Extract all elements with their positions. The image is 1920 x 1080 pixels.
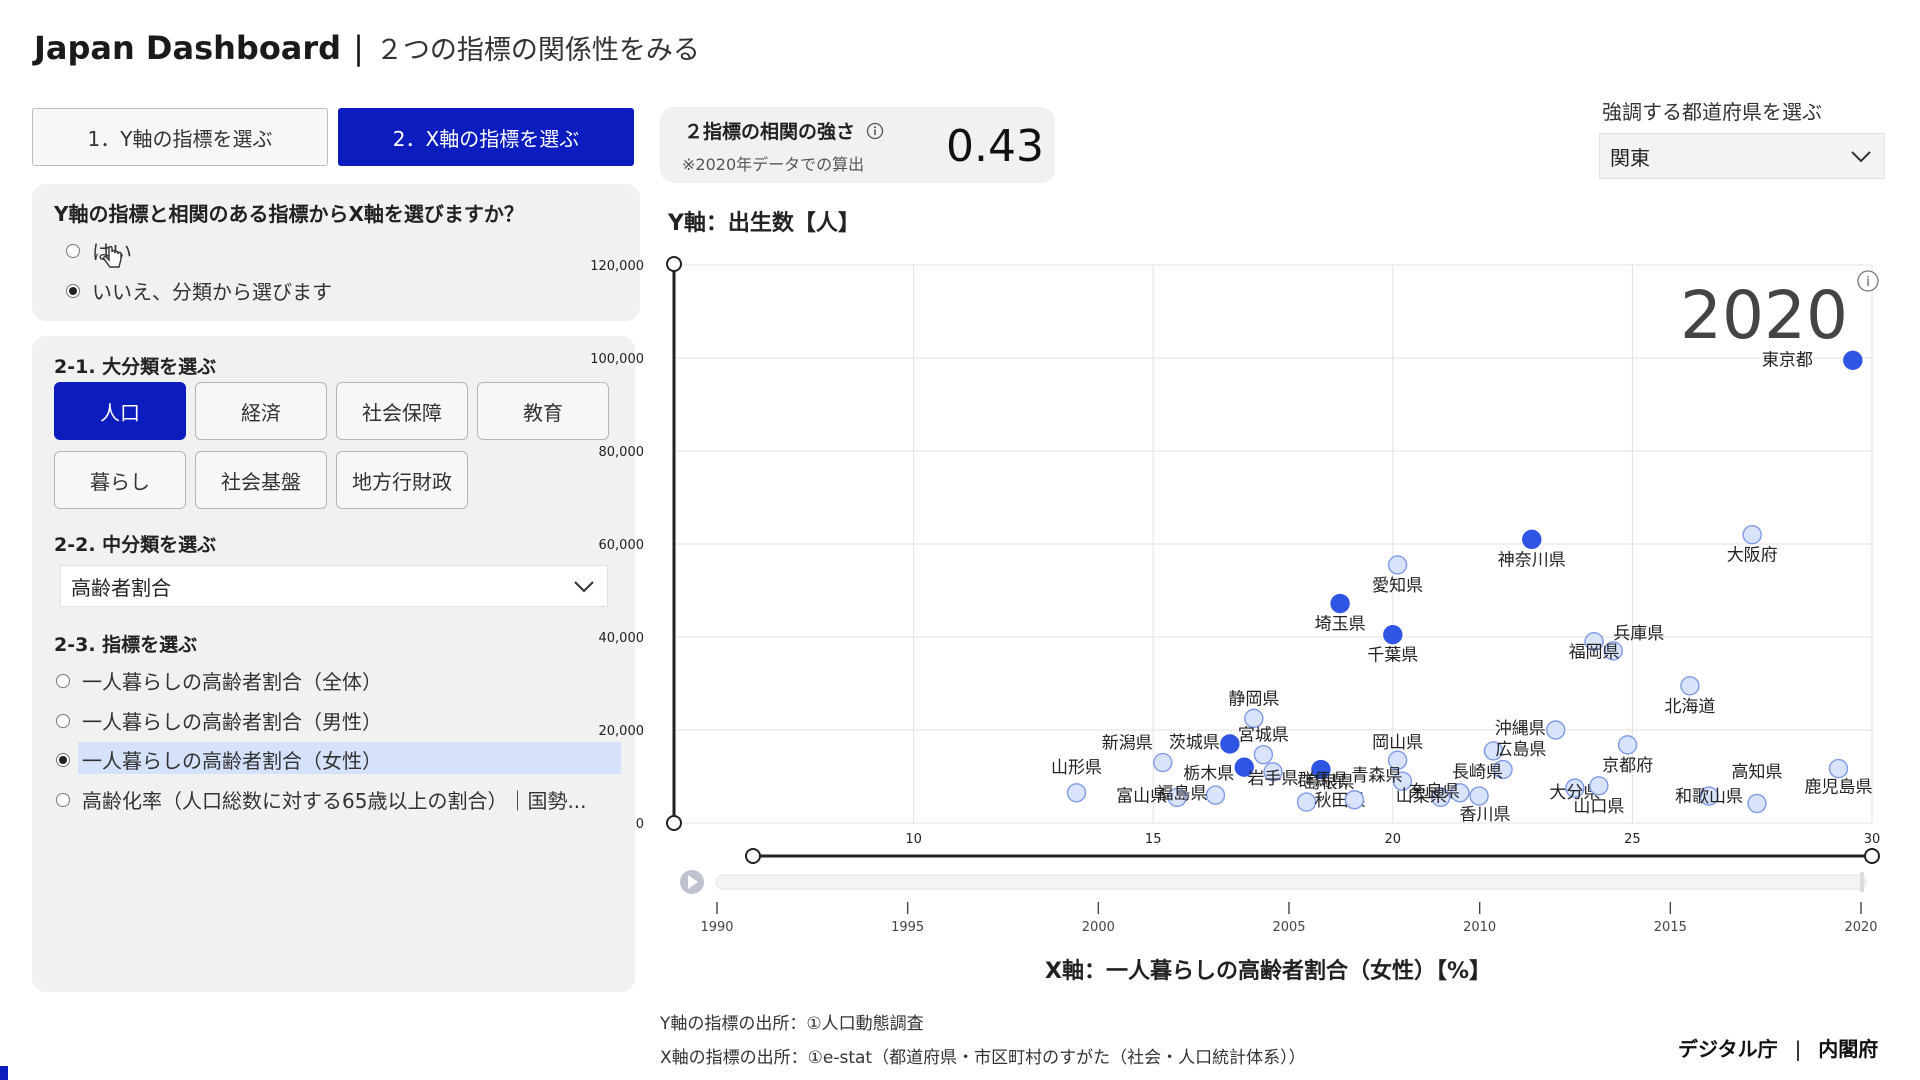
point-label: 栃木県 xyxy=(1183,764,1234,784)
point-label: 京都府 xyxy=(1602,756,1653,776)
data-point[interactable] xyxy=(1546,720,1566,740)
point-label: 山形県 xyxy=(1051,758,1102,778)
data-point[interactable] xyxy=(1742,525,1762,545)
y-tick-label: 40,000 xyxy=(599,631,645,646)
timeline-track[interactable] xyxy=(715,874,1867,890)
data-point[interactable] xyxy=(1387,555,1408,575)
point-label: 岡山県 xyxy=(1372,733,1423,753)
data-point[interactable] xyxy=(1747,793,1767,814)
point-label: 静岡県 xyxy=(1228,689,1279,709)
point-label: 宮城県 xyxy=(1238,726,1289,746)
timeline-tick-label: 2005 xyxy=(1272,920,1305,935)
point-label: 埼玉県 xyxy=(1315,615,1366,635)
year-display: 2020 xyxy=(1680,277,1848,354)
x-tick-label: 10 xyxy=(905,832,922,847)
point-label: 和歌山県 xyxy=(1675,787,1743,807)
data-point[interactable] xyxy=(1680,676,1700,696)
footer-orgs: デジタル庁 | 内閣府 xyxy=(1678,1033,1878,1062)
point-label: 香川県 xyxy=(1460,805,1511,825)
point-label: 東京都 xyxy=(1762,350,1813,370)
timeline-tick-label: 1995 xyxy=(891,920,924,935)
point-label: 兵庫県 xyxy=(1613,624,1664,644)
data-point[interactable] xyxy=(1153,752,1173,773)
timeline-tick-label: 2000 xyxy=(1082,920,1115,935)
point-label: 北海道 xyxy=(1664,697,1715,717)
point-label: 岩手県 xyxy=(1248,769,1299,789)
point-label: 大阪府 xyxy=(1727,546,1778,566)
corner-accent xyxy=(0,1066,8,1080)
point-label: 島根県 xyxy=(1303,773,1354,793)
y-tick-label: 80,000 xyxy=(599,445,645,460)
x-axis-title: X軸：一人暮らしの高齢者割合（女性）【%】 xyxy=(1045,958,1491,984)
point-label: 青森県 xyxy=(1351,766,1402,786)
x-tick-label: 20 xyxy=(1385,832,1402,847)
timeline-tick-label: 2015 xyxy=(1654,920,1687,935)
data-point[interactable] xyxy=(1344,790,1365,810)
x-tick-label: 15 xyxy=(1145,832,1162,847)
data-point[interactable] xyxy=(1828,758,1849,779)
x-tick-label: 30 xyxy=(1864,832,1881,847)
data-point[interactable] xyxy=(1253,744,1274,765)
data-point[interactable] xyxy=(1469,786,1489,806)
point-label: 奈良県 xyxy=(1409,782,1460,802)
footer-separator: | xyxy=(1794,1037,1802,1061)
x-range-slider-handle-left[interactable] xyxy=(745,848,761,864)
point-label: 沖縄県 xyxy=(1495,719,1546,739)
y-range-slider-handle-bottom[interactable] xyxy=(666,815,682,831)
point-label: 福島県 xyxy=(1156,784,1207,804)
data-point[interactable] xyxy=(1220,734,1240,754)
data-point[interactable] xyxy=(1843,350,1863,371)
point-label: 福岡県 xyxy=(1569,643,1620,663)
timeline-handle[interactable] xyxy=(1860,872,1864,892)
point-label: 新潟県 xyxy=(1102,734,1153,754)
timeline-tick-label: 1990 xyxy=(700,920,733,935)
point-label: 愛知県 xyxy=(1372,576,1423,596)
data-point[interactable] xyxy=(1066,783,1087,803)
x-range-slider-handle-right[interactable] xyxy=(1864,848,1880,864)
y-axis-title: Y軸：出生数【人】 xyxy=(667,210,860,236)
x-tick-label: 25 xyxy=(1624,832,1641,847)
point-label: 長崎県 xyxy=(1452,763,1503,783)
data-point[interactable] xyxy=(1383,624,1403,645)
y-tick-label: 120,000 xyxy=(590,259,644,274)
y-range-slider-handle-top[interactable] xyxy=(666,256,682,272)
data-point[interactable] xyxy=(1330,593,1350,614)
data-point[interactable] xyxy=(1205,785,1226,805)
y-tick-label: 0 xyxy=(636,817,644,832)
y-source-text: Y軸の指標の出所：①人口動態調査 xyxy=(660,1014,924,1034)
scatter-chart: Y軸：出生数【人】 0 20,000 40,000 60,000 80,000 100,00… xyxy=(590,210,1881,984)
y-tick-label: 100,000 xyxy=(590,352,644,367)
x-source-text: X軸の指標の出所：①e-stat（都道府県・市区町村のすがた（社会・人口統計体系… xyxy=(660,1048,1306,1068)
point-label: 高知県 xyxy=(1731,762,1782,782)
footer-org-digital-agency[interactable]: デジタル庁 xyxy=(1678,1037,1778,1061)
point-label: 鹿児島県 xyxy=(1804,778,1872,798)
point-label: 広島県 xyxy=(1495,740,1546,760)
timeline-tick-label: 2010 xyxy=(1463,920,1496,935)
timeline-tick-label: 2020 xyxy=(1844,920,1877,935)
data-point[interactable] xyxy=(1589,776,1609,796)
data-point[interactable] xyxy=(1296,792,1317,812)
footer-org-cabinet-office[interactable]: 内閣府 xyxy=(1818,1037,1878,1061)
data-point[interactable] xyxy=(1617,735,1638,755)
point-label: 茨城県 xyxy=(1169,733,1220,753)
data-point[interactable] xyxy=(1522,529,1542,550)
y-tick-label: 20,000 xyxy=(599,724,645,739)
point-label: 千葉県 xyxy=(1367,646,1418,666)
point-label: 山口県 xyxy=(1573,797,1624,817)
chart-info-icon-glyph: i xyxy=(1866,275,1870,290)
point-label: 神奈川県 xyxy=(1498,550,1566,570)
y-tick-label: 60,000 xyxy=(599,538,645,553)
